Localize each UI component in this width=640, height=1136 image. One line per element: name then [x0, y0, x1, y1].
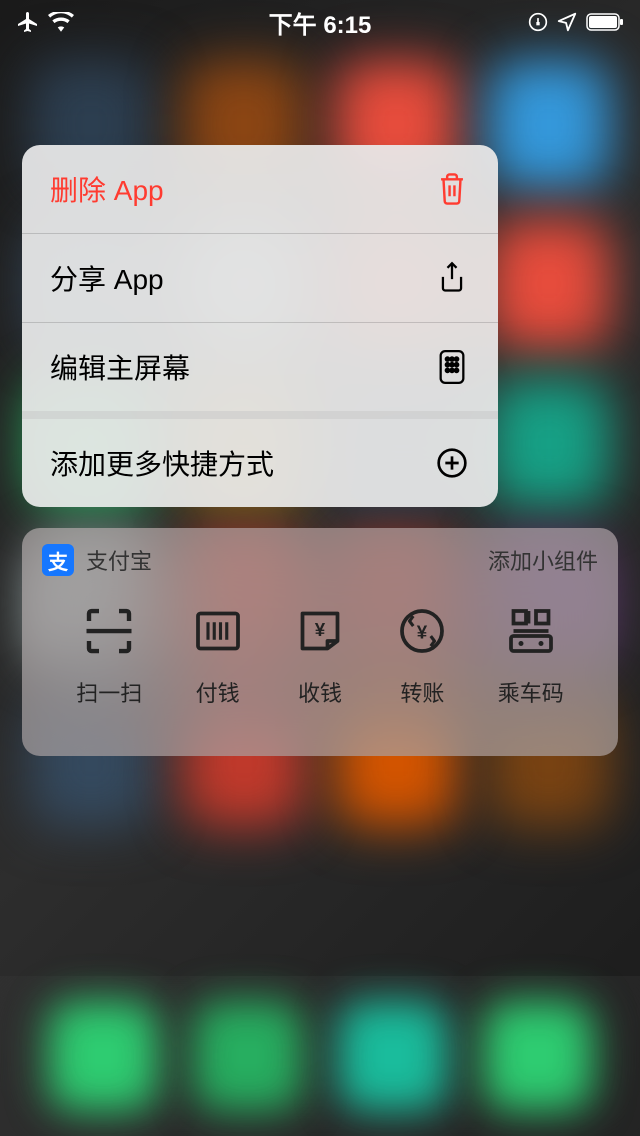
add-shortcuts-menu-item[interactable]: 添加更多快捷方式 [22, 419, 498, 507]
menu-item-label: 编辑主屏幕 [50, 347, 190, 387]
plus-circle-icon [434, 445, 470, 481]
share-app-menu-item[interactable]: 分享 App [22, 234, 498, 323]
pay-action[interactable]: 付钱 [191, 604, 245, 708]
transfer-action[interactable]: ¥ 转账 [395, 604, 449, 708]
svg-text:¥: ¥ [315, 619, 326, 640]
alipay-app-icon: 支 [42, 544, 74, 576]
scan-action[interactable]: 扫一扫 [76, 604, 142, 708]
menu-item-label: 分享 App [50, 258, 164, 298]
delete-app-menu-item[interactable]: 删除 App [22, 145, 498, 234]
dock-app-icon[interactable] [193, 1001, 303, 1111]
transit-action[interactable]: 乘车码 [498, 604, 564, 708]
airplane-mode-icon [16, 10, 40, 34]
transfer-icon: ¥ [395, 604, 449, 658]
dock-app-icon[interactable] [338, 1001, 448, 1111]
trash-icon [434, 171, 470, 207]
svg-text:¥: ¥ [417, 622, 428, 643]
receive-action[interactable]: ¥ 收钱 [293, 604, 347, 708]
app-context-menu: 删除 App 分享 App 编辑主屏幕 [22, 145, 498, 507]
menu-item-label: 删除 App [50, 169, 164, 209]
action-label: 付钱 [196, 676, 240, 708]
menu-item-label: 添加更多快捷方式 [50, 443, 274, 483]
action-label: 收钱 [298, 676, 342, 708]
transit-qr-icon [504, 604, 558, 658]
add-widget-button[interactable]: 添加小组件 [488, 544, 598, 576]
widget-app-header[interactable]: 支 支付宝 [42, 544, 152, 576]
wifi-icon [48, 12, 74, 32]
dock-app-icon[interactable] [48, 1001, 158, 1111]
action-label: 乘车码 [498, 676, 564, 708]
status-time: 下午 6:15 [269, 5, 372, 40]
widget-app-name: 支付宝 [86, 544, 152, 576]
alipay-widget-card: 支 支付宝 添加小组件 扫一扫 付钱 [22, 528, 618, 756]
action-label: 转账 [400, 676, 444, 708]
scan-icon [82, 604, 136, 658]
share-icon [434, 260, 470, 296]
dock [0, 976, 640, 1136]
battery-icon [586, 13, 624, 31]
edit-home-screen-menu-item[interactable]: 编辑主屏幕 [22, 323, 498, 411]
rotation-lock-icon [528, 12, 548, 32]
action-label: 扫一扫 [76, 676, 142, 708]
receive-money-icon: ¥ [293, 604, 347, 658]
dock-app-icon[interactable] [483, 1001, 593, 1111]
barcode-icon [191, 604, 245, 658]
apps-icon [434, 349, 470, 385]
location-icon [556, 11, 578, 33]
status-bar: 下午 6:15 [0, 0, 640, 44]
